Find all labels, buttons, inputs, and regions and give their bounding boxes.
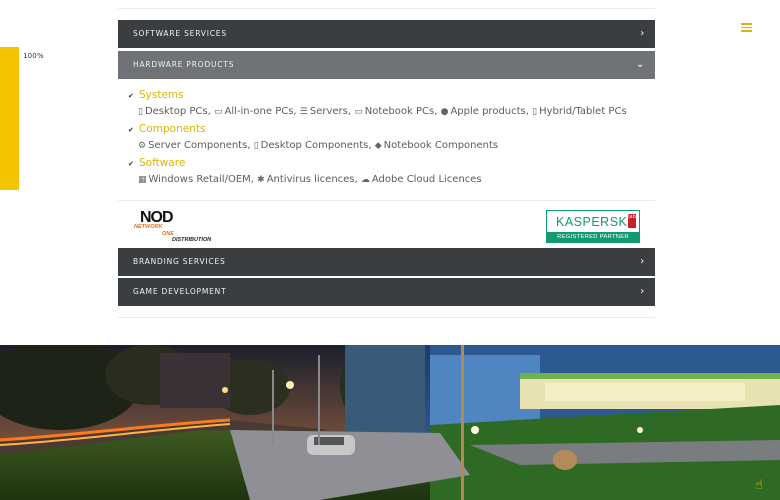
server-icon: ☰ (299, 107, 308, 117)
windows-icon: ▦ (138, 175, 147, 185)
nod-logo-line3: DISTRIBUTION (172, 237, 212, 243)
item-label: Windows Retail/OEM, (148, 174, 254, 185)
category-title: Components (139, 123, 206, 135)
chevron-right-icon: › (640, 28, 645, 39)
nod-logo: NOD NETWORK ONE DISTRIBUTION (134, 209, 224, 249)
hand-pointer-icon: ☝ (755, 478, 763, 493)
item-label: Desktop PCs, (144, 106, 211, 117)
accordion-branding-services[interactable]: BRANDING SERVICES › (118, 248, 655, 276)
item-label: Apple products, (450, 106, 529, 117)
category-items: ▯ Desktop PCs, ▭ All-in-one PCs, ☰ Servers,… (138, 106, 627, 117)
item-label: Servers, (309, 106, 352, 117)
category-title: Systems (139, 89, 184, 101)
chevron-right-icon: › (640, 286, 645, 297)
item-label: Desktop Components, (260, 140, 372, 151)
item-label: Notebook PCs, (364, 106, 438, 117)
kaspersky-lab-badge: lab (628, 214, 636, 228)
accordion-label: HARDWARE PRODUCTS (133, 60, 235, 69)
item-label: Server Components, (148, 140, 251, 151)
scroll-progress-bar (0, 47, 19, 190)
tablet-icon: ▯ (532, 107, 538, 117)
accordion-hardware-products[interactable]: HARDWARE PRODUCTS ⌄ (118, 51, 655, 79)
cloud-icon: ☁ (360, 175, 370, 185)
hamburger-menu-icon[interactable] (741, 23, 752, 32)
kaspersky-wordmark: KASPERSKY (546, 210, 640, 232)
kaspersky-partner-logo: KASPERSKY lab REGISTERED PARTNER (546, 210, 640, 248)
office-building-night-photo (0, 345, 780, 500)
chevron-down-icon: ⌄ (635, 59, 645, 70)
nod-logo-line1: NETWORK (134, 224, 163, 230)
bug-icon: ✱ (257, 175, 265, 185)
accordion-label: BRANDING SERVICES (133, 257, 226, 266)
category-items: ▦ Windows Retail/OEM, ✱ Antivirus licences… (138, 174, 482, 185)
kaspersky-tagline: REGISTERED PARTNER (546, 232, 640, 243)
category-items: ⚙ Server Components, ▯ Desktop Components,… (138, 140, 498, 151)
cubes-icon: ◆ (374, 141, 382, 151)
check-icon: ✔ (128, 92, 134, 100)
section-top-divider (118, 8, 655, 9)
category-title: Software (139, 157, 186, 169)
item-label: All-in-one PCs, (224, 106, 297, 117)
accordion-label: GAME DEVELOPMENT (133, 287, 227, 296)
apple-icon: ● (440, 107, 449, 117)
section-bottom-divider (118, 317, 655, 318)
check-icon: ✔ (128, 126, 134, 134)
chevron-right-icon: › (640, 256, 645, 267)
partners-divider (118, 200, 655, 201)
item-label: Hybrid/Tablet PCs (539, 106, 627, 117)
desktop-icon: ▯ (138, 107, 143, 117)
accordion-software-services[interactable]: SOFTWARE SERVICES › (118, 20, 655, 48)
monitor-icon: ▭ (213, 107, 223, 117)
accordion-game-development[interactable]: GAME DEVELOPMENT › (118, 278, 655, 306)
accordion-label: SOFTWARE SERVICES (133, 29, 227, 38)
scroll-progress-label: 100% (23, 52, 44, 60)
desktop-icon: ▯ (253, 141, 259, 151)
item-label: Antivirus licences, (266, 174, 358, 185)
cogs-icon: ⚙ (138, 141, 147, 151)
laptop-icon: ▭ (354, 107, 363, 117)
check-icon: ✔ (128, 160, 134, 168)
item-label: Notebook Components (383, 140, 499, 151)
item-label: Adobe Cloud Licences (371, 174, 482, 185)
